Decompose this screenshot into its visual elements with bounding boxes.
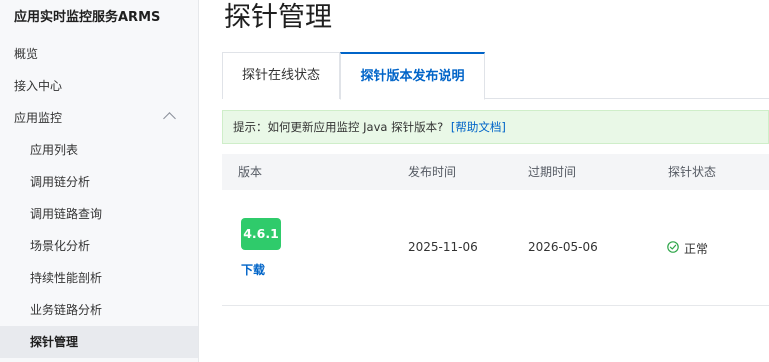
tab-probe-release-notes[interactable]: 探针版本发布说明	[340, 52, 485, 100]
check-circle-icon	[667, 241, 679, 253]
tip-banner: 提示：如何更新应用监控 Java 探针版本? [帮助文档]	[222, 110, 769, 144]
page-title: 探针管理	[224, 2, 332, 33]
tab-probe-online-status[interactable]: 探针在线状态	[222, 52, 340, 99]
release-date: 2025-11-06	[408, 240, 478, 254]
column-header-release-time: 发布时间	[408, 165, 457, 179]
sidebar-item-business-trace[interactable]: 业务链路分析	[0, 294, 198, 326]
sidebar-item-probe-management[interactable]: 探针管理	[0, 326, 198, 358]
expire-date: 2026-05-06	[528, 240, 598, 254]
version-badge: 4.6.1	[241, 218, 281, 250]
probe-status-text: 正常	[684, 242, 709, 256]
sidebar-item-app-monitoring[interactable]: 应用监控	[0, 102, 198, 134]
tip-text: 提示：如何更新应用监控 Java 探针版本?	[233, 120, 444, 134]
table-header: 版本 发布时间 过期时间 探针状态	[222, 154, 769, 190]
sidebar: 应用实时监控服务ARMS 概览 接入中心 应用监控 应用列表 调用链分析 调用链…	[0, 0, 199, 362]
column-header-version: 版本	[238, 165, 263, 179]
sidebar-item-app-list[interactable]: 应用列表	[0, 134, 198, 166]
sidebar-item-trace-analysis[interactable]: 调用链分析	[0, 166, 198, 198]
table-row: 4.6.1 下载 2025-11-06 2026-05-06 正常	[222, 190, 769, 306]
column-header-probe-status: 探针状态	[668, 165, 717, 179]
chevron-up-icon[interactable]	[163, 112, 176, 125]
column-header-expire-time: 过期时间	[528, 165, 577, 179]
sidebar-item-overview[interactable]: 概览	[0, 38, 198, 70]
app-window: 应用实时监控服务ARMS 概览 接入中心 应用监控 应用列表 调用链分析 调用链…	[0, 0, 769, 362]
sidebar-item-trace-query[interactable]: 调用链路查询	[0, 198, 198, 230]
sidebar-item-scenario-analysis[interactable]: 场景化分析	[0, 230, 198, 262]
sidebar-item-access-center[interactable]: 接入中心	[0, 70, 198, 102]
download-link[interactable]: 下载	[241, 261, 265, 278]
sidebar-item-label: 应用监控	[14, 111, 63, 125]
sidebar-item-profiling[interactable]: 持续性能剖析	[0, 262, 198, 294]
tab-bar: 探针在线状态 探针版本发布说明	[222, 52, 769, 100]
help-doc-link[interactable]: [帮助文档]	[451, 120, 506, 134]
sidebar-title: 应用实时监控服务ARMS	[14, 10, 161, 25]
